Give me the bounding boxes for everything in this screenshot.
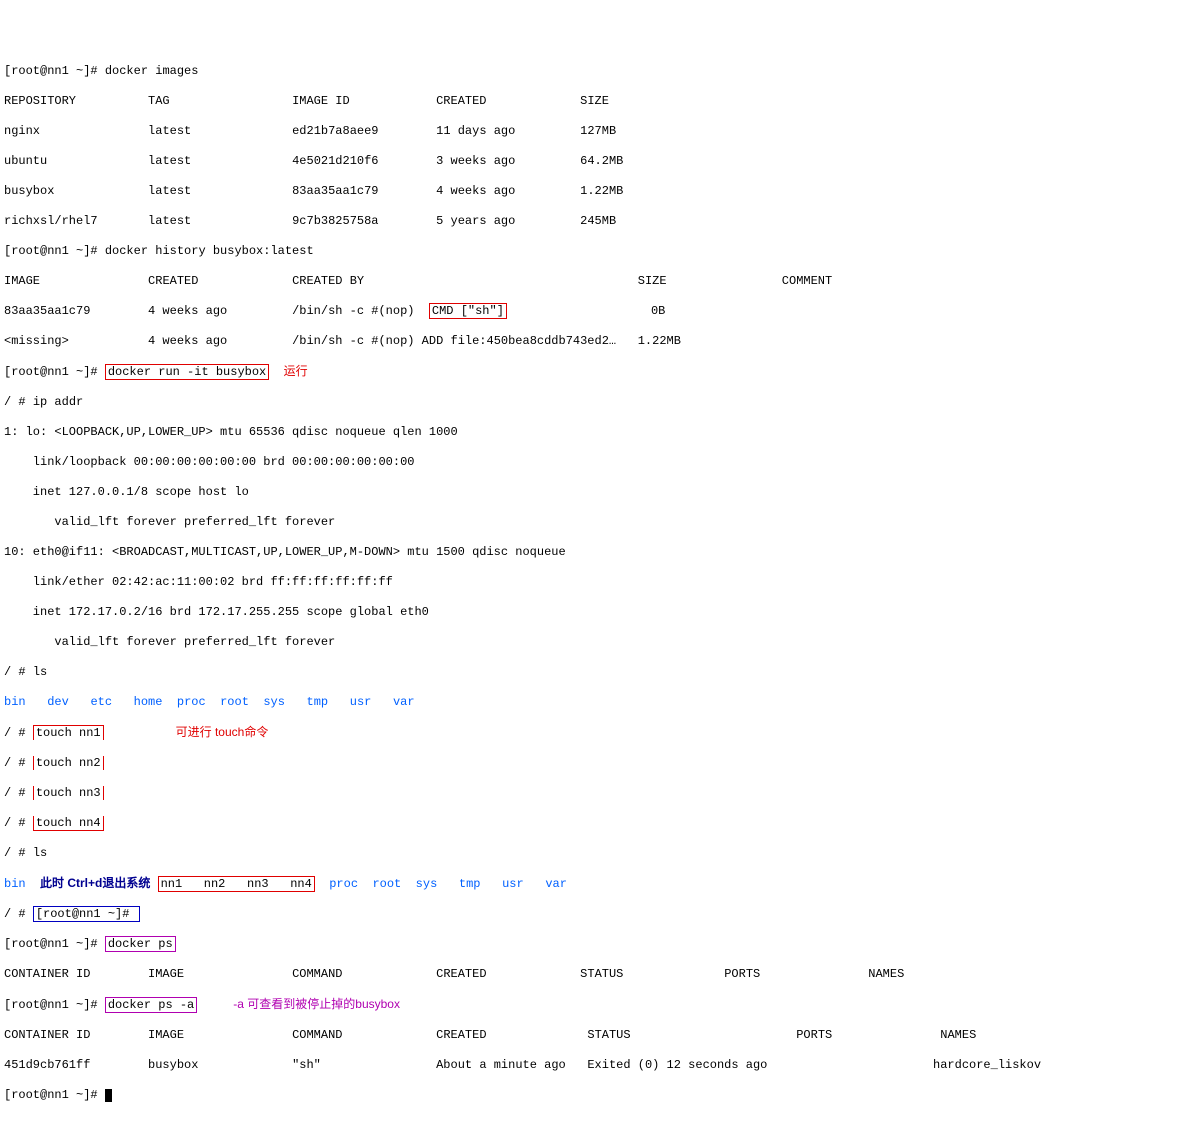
ls-output: bin dev etc home proc root sys tmp usr v… — [4, 695, 1180, 710]
annotation-touch: 可进行 touch命令 — [176, 725, 269, 739]
terminal-line: / # touch nn2 — [4, 756, 1180, 771]
table-row: richxsl/rhel7 latest 9c7b3825758a 5 year… — [4, 214, 1180, 229]
terminal-line: [root@nn1 ~]# docker images — [4, 64, 1180, 79]
output-line: inet 127.0.0.1/8 scope host lo — [4, 485, 1180, 500]
table-row: 83aa35aa1c79 4 weeks ago /bin/sh -c #(no… — [4, 304, 1180, 319]
terminal-line: / # touch nn1 可进行 touch命令 — [4, 725, 1180, 741]
output-line: 10: eth0@if11: <BROADCAST,MULTICAST,UP,L… — [4, 545, 1180, 560]
terminal-line[interactable]: [root@nn1 ~]# — [4, 1088, 1180, 1103]
output-line: link/loopback 00:00:00:00:00:00 brd 00:0… — [4, 455, 1180, 470]
terminal-line: / # ip addr — [4, 395, 1180, 410]
output-line: link/ether 02:42:ac:11:00:02 brd ff:ff:f… — [4, 575, 1180, 590]
terminal-line: / # ls — [4, 846, 1180, 861]
terminal-line: [root@nn1 ~]# docker ps -a -a 可查看到被停止掉的b… — [4, 997, 1180, 1013]
table-row: <missing> 4 weeks ago /bin/sh -c #(nop) … — [4, 334, 1180, 349]
table-header: CONTAINER ID IMAGE COMMAND CREATED STATU… — [4, 967, 1180, 982]
annotation-ctrld: 此时 Ctrl+d退出系统 — [40, 876, 150, 890]
annotation-psa: -a 可查看到被停止掉的busybox — [233, 997, 400, 1011]
cmd-sh-highlight: CMD ["sh"] — [429, 303, 507, 319]
exit-prompt-highlight: [root@nn1 ~]# — [33, 906, 140, 922]
terminal-line: [root@nn1 ~]# docker ps — [4, 937, 1180, 952]
output-line: valid_lft forever preferred_lft forever — [4, 515, 1180, 530]
annotation-run: 运行 — [284, 364, 308, 378]
cursor — [105, 1089, 112, 1102]
new-files-highlight: nn1 nn2 nn3 nn4 — [158, 876, 315, 892]
table-header: CONTAINER ID IMAGE COMMAND CREATED STATU… — [4, 1028, 1180, 1043]
output-line: inet 172.17.0.2/16 brd 172.17.255.255 sc… — [4, 605, 1180, 620]
output-line: valid_lft forever preferred_lft forever — [4, 635, 1180, 650]
docker-ps-a-highlight: docker ps -a — [105, 997, 197, 1013]
terminal-line: / # touch nn3 — [4, 786, 1180, 801]
terminal-line: / # [root@nn1 ~]# — [4, 907, 1180, 922]
docker-run-highlight: docker run -it busybox — [105, 364, 269, 380]
table-header: IMAGE CREATED CREATED BY SIZE COMMENT — [4, 274, 1180, 289]
table-row: ubuntu latest 4e5021d210f6 3 weeks ago 6… — [4, 154, 1180, 169]
docker-ps-highlight: docker ps — [105, 936, 176, 952]
terminal-line: / # ls — [4, 665, 1180, 680]
ls-output: bin 此时 Ctrl+d退出系统 nn1 nn2 nn3 nn4 proc r… — [4, 876, 1180, 892]
table-row: nginx latest ed21b7a8aee9 11 days ago 12… — [4, 124, 1180, 139]
touch-cmd-highlight: touch nn1 — [33, 725, 104, 740]
table-row: busybox latest 83aa35aa1c79 4 weeks ago … — [4, 184, 1180, 199]
terminal-line: [root@nn1 ~]# docker run -it busybox 运行 — [4, 364, 1180, 380]
terminal-line: / # touch nn4 — [4, 816, 1180, 831]
output-line: 1: lo: <LOOPBACK,UP,LOWER_UP> mtu 65536 … — [4, 425, 1180, 440]
table-row: 451d9cb761ff busybox "sh" About a minute… — [4, 1058, 1180, 1073]
table-header: REPOSITORY TAG IMAGE ID CREATED SIZE — [4, 94, 1180, 109]
terminal-line: [root@nn1 ~]# docker history busybox:lat… — [4, 244, 1180, 259]
